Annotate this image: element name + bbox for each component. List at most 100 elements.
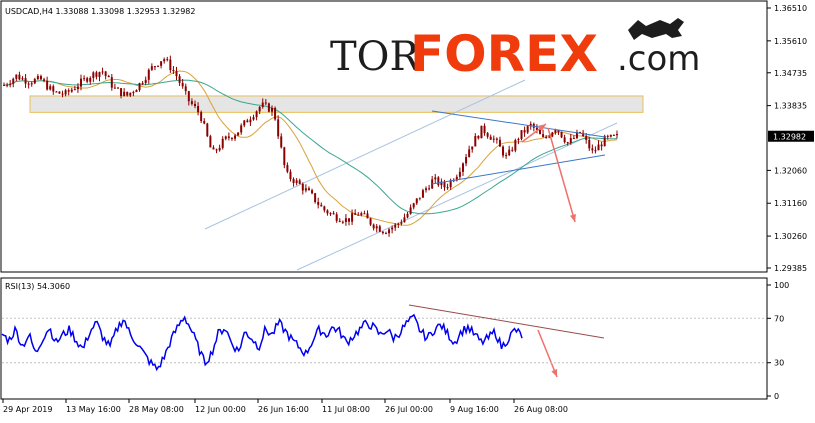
candle-body — [397, 223, 400, 225]
candle-body — [403, 217, 406, 223]
candle-body — [517, 138, 520, 141]
candle-body — [243, 120, 246, 126]
candle-body — [351, 213, 354, 222]
candle-body — [21, 78, 24, 80]
chart-area: TOR FOREX .com 1.36510 1.35610 1.34735 1.33… — [0, 0, 815, 419]
candle-body — [616, 134, 618, 136]
candle-body — [104, 71, 107, 76]
candle-body — [39, 76, 42, 80]
candle-body — [157, 65, 160, 67]
rsi-tick-label: 100 — [774, 281, 789, 290]
candle-body — [508, 149, 511, 156]
candle-body — [61, 93, 64, 95]
candle-body — [489, 136, 492, 140]
candle-body — [98, 72, 101, 77]
candle-body — [384, 233, 387, 235]
rsi-panel-frame — [0, 277, 768, 400]
candle-body — [465, 157, 468, 164]
candle-body — [338, 220, 341, 222]
candle-body — [474, 136, 477, 147]
candle-body — [545, 136, 548, 138]
candle-body — [375, 226, 378, 229]
candle-body — [261, 102, 264, 107]
price-tick-label: 1.36510 — [774, 4, 807, 13]
candle-body — [277, 119, 280, 137]
candle-body — [289, 171, 292, 180]
candle-body — [3, 84, 5, 86]
candle-body — [594, 150, 597, 152]
candle-body — [221, 138, 224, 148]
candle-body — [360, 213, 363, 216]
candle-body — [480, 125, 483, 139]
time-tick-label: 13 May 16:00 — [66, 405, 121, 414]
candle-body — [458, 171, 461, 177]
candle-body — [209, 136, 212, 148]
candle-body — [428, 188, 431, 190]
candle-body — [280, 136, 283, 148]
time-tick-label: 12 Jun 00:00 — [195, 405, 246, 414]
candle-body — [92, 72, 95, 78]
rsi-tick-label: 0 — [774, 392, 779, 401]
candle-body — [18, 74, 21, 80]
current-price-tag: 1.32982 — [768, 130, 814, 142]
price-tick-label: 1.31160 — [774, 199, 807, 208]
candle-body — [468, 149, 471, 158]
candle-body — [249, 119, 252, 123]
candle-body — [33, 79, 36, 84]
candle-body — [332, 213, 335, 215]
candle-body — [234, 135, 237, 139]
candle-body — [150, 66, 153, 70]
current-price-label: 1.32982 — [773, 133, 806, 142]
candle-body — [298, 180, 301, 184]
candle-body — [218, 147, 221, 151]
candle-body — [542, 134, 545, 137]
candle-body — [354, 213, 357, 215]
candle-body — [227, 136, 230, 138]
price-tick-label: 1.35610 — [774, 37, 807, 46]
candle-body — [505, 155, 508, 157]
candle-body — [206, 123, 209, 137]
candle-body — [110, 77, 113, 88]
time-tick-label: 29 Apr 2019 — [3, 405, 52, 414]
candle-body — [184, 86, 187, 92]
candle-body — [612, 134, 615, 136]
candle-body — [421, 190, 424, 198]
candle-body — [495, 138, 498, 140]
candle-body — [255, 111, 258, 118]
candle-body — [12, 78, 15, 84]
candle-body — [357, 214, 360, 216]
candle-body — [190, 101, 193, 104]
candle-body — [597, 144, 600, 151]
candle-body — [224, 136, 227, 139]
candle-body — [523, 130, 526, 133]
price-tick-label: 1.33835 — [774, 102, 807, 111]
candle-body — [437, 177, 440, 186]
candle-body — [400, 222, 403, 224]
candle-body — [378, 226, 381, 232]
candle-body — [502, 146, 505, 156]
candle-body — [326, 210, 329, 214]
candle-body — [160, 61, 163, 66]
candle-body — [9, 83, 12, 85]
candle-body — [381, 231, 384, 234]
time-tick-label: 28 May 08:00 — [129, 405, 184, 414]
candle-body — [252, 117, 255, 120]
candle-body — [246, 120, 249, 123]
candle-body — [406, 213, 409, 218]
candle-body — [492, 138, 495, 140]
candle-body — [514, 140, 517, 151]
price-tick-label: 1.29385 — [774, 264, 807, 273]
candle-body — [163, 59, 166, 62]
candle-body — [36, 76, 39, 80]
candle-body — [301, 183, 304, 191]
candle-body — [197, 106, 200, 113]
candle-body — [511, 149, 514, 151]
candle-body — [144, 79, 147, 84]
candle-body — [588, 139, 591, 149]
candle-body — [270, 107, 273, 112]
time-tick-label: 26 Aug 08:00 — [514, 405, 568, 414]
candle-body — [24, 78, 27, 84]
candle-body — [418, 197, 421, 199]
candle-body — [311, 190, 314, 194]
candle-body — [600, 144, 603, 147]
